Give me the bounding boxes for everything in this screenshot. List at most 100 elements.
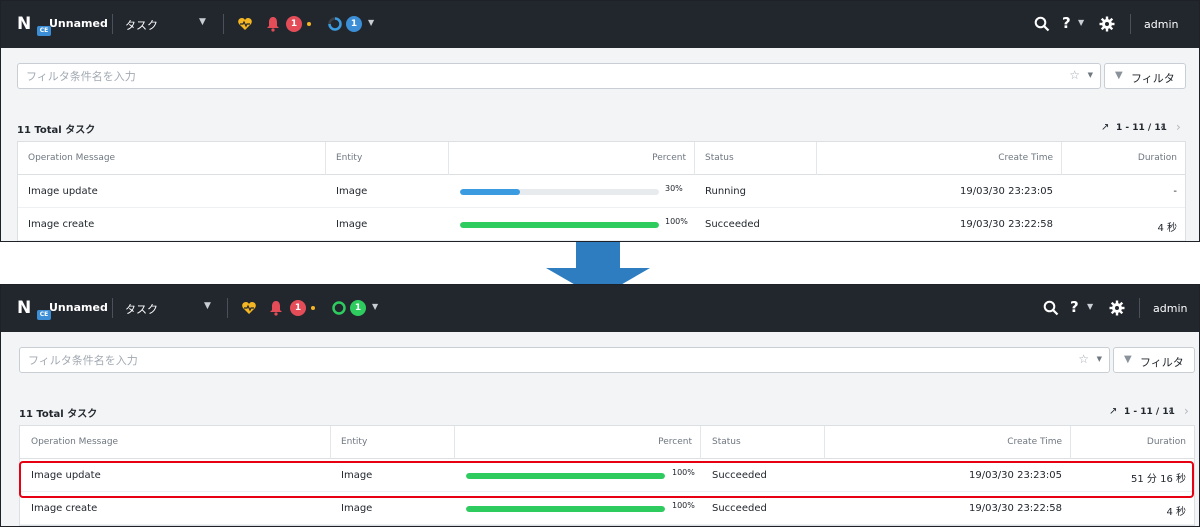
column-header-status[interactable]: Status — [712, 437, 741, 447]
progress-fill — [466, 506, 665, 512]
filter-input[interactable] — [26, 68, 1026, 85]
cluster-name[interactable]: Unnamed — [49, 301, 108, 314]
menu-dropdown-label[interactable]: タスク — [125, 301, 158, 317]
chevron-down-icon[interactable]: ▼ — [372, 302, 378, 311]
filter-button[interactable]: ▼ フィルタ — [1104, 63, 1186, 89]
column-divider — [330, 426, 331, 459]
star-icon[interactable]: ☆ — [1069, 68, 1080, 82]
chevron-right-icon[interactable]: › — [1176, 120, 1181, 134]
search-icon[interactable] — [1043, 300, 1059, 316]
top-navigation-bar: N CE Unnamed タスク ▼ 1 1 ▼ ? ▼ admin — [1, 1, 1199, 48]
column-header-percent[interactable]: Percent — [652, 153, 686, 163]
task-entity: Image — [336, 219, 368, 230]
cluster-name[interactable]: Unnamed — [49, 17, 108, 30]
help-icon[interactable]: ? — [1070, 298, 1079, 316]
filter-bar: ☆ ▼ — [19, 347, 1110, 373]
column-header-message[interactable]: Operation Message — [28, 153, 115, 163]
chevron-down-icon[interactable]: ▼ — [1078, 18, 1084, 27]
screenshot-before: N CE Unnamed タスク ▼ 1 1 ▼ ? ▼ admin ☆ ▼ ▼… — [0, 0, 1200, 242]
alert-count-badge[interactable]: 1 — [290, 300, 306, 316]
column-divider — [824, 426, 825, 459]
chevron-left-icon[interactable]: ‹ — [1168, 404, 1173, 418]
gear-icon[interactable] — [1099, 16, 1115, 32]
task-entity: Image — [341, 503, 373, 514]
user-menu[interactable]: admin — [1144, 18, 1178, 31]
progress-bar — [466, 506, 665, 512]
task-entity: Image — [336, 186, 368, 197]
column-header-duration[interactable]: Duration — [1147, 437, 1186, 447]
logo-letter: N — [17, 14, 31, 34]
task-count-badge[interactable]: 1 — [346, 16, 362, 32]
column-divider — [700, 426, 701, 459]
column-header-message[interactable]: Operation Message — [31, 437, 118, 447]
column-header-status[interactable]: Status — [705, 153, 734, 163]
help-icon[interactable]: ? — [1062, 14, 1071, 32]
divider — [1139, 298, 1140, 318]
export-icon[interactable]: ↗ — [1101, 122, 1109, 133]
funnel-icon: ▼ — [1115, 70, 1123, 81]
chevron-down-icon[interactable]: ▼ — [1097, 355, 1102, 363]
chevron-right-icon[interactable]: › — [1184, 404, 1189, 418]
task-message: Image create — [31, 503, 98, 514]
chevron-down-icon[interactable]: ▼ — [204, 301, 211, 311]
task-message: Image update — [28, 186, 98, 197]
filter-bar: ☆ ▼ — [17, 63, 1101, 89]
tasks-table: Operation Message Entity Percent Status … — [17, 141, 1186, 241]
table-total-title: 11 Total タスク — [19, 409, 98, 420]
percent-label: 100% — [672, 501, 695, 510]
column-header-percent[interactable]: Percent — [658, 437, 692, 447]
task-create-time: 19/03/30 23:22:58 — [959, 219, 1053, 230]
chevron-down-icon[interactable]: ▼ — [1087, 302, 1093, 311]
chevron-down-icon[interactable]: ▼ — [199, 17, 206, 27]
alert-count-badge[interactable]: 1 — [286, 16, 302, 32]
funnel-icon: ▼ — [1124, 354, 1132, 365]
prism-logo[interactable]: N CE — [17, 298, 51, 320]
column-header-entity[interactable]: Entity — [341, 437, 367, 447]
table-row[interactable]: Image update Image 30% Running 19/03/30 … — [18, 175, 1185, 208]
column-header-create-time[interactable]: Create Time — [1007, 437, 1062, 447]
search-icon[interactable] — [1034, 16, 1050, 32]
divider — [227, 298, 228, 318]
warning-dot — [307, 22, 311, 26]
export-icon[interactable]: ↗ — [1109, 406, 1117, 417]
column-divider — [694, 142, 695, 175]
prism-logo[interactable]: N CE — [17, 14, 51, 36]
divider — [223, 14, 224, 34]
column-header-entity[interactable]: Entity — [336, 153, 362, 163]
column-divider — [454, 426, 455, 459]
progress-fill — [460, 189, 520, 195]
column-divider — [448, 142, 449, 175]
chevron-left-icon[interactable]: ‹ — [1160, 120, 1165, 134]
task-duration: - — [1173, 186, 1177, 197]
heart-icon[interactable] — [241, 300, 257, 316]
filter-button[interactable]: ▼ フィルタ — [1113, 347, 1195, 373]
divider — [112, 14, 113, 34]
logo-letter: N — [17, 298, 31, 318]
table-header: Operation Message Entity Percent Status … — [20, 426, 1194, 459]
bell-icon[interactable] — [266, 16, 280, 32]
column-header-create-time[interactable]: Create Time — [998, 153, 1053, 163]
task-status: Running — [705, 186, 746, 197]
task-complete-icon[interactable] — [331, 300, 347, 316]
progress-fill — [460, 222, 659, 228]
task-create-time: 19/03/30 23:22:58 — [968, 503, 1062, 514]
column-header-duration[interactable]: Duration — [1138, 153, 1177, 163]
user-menu[interactable]: admin — [1153, 302, 1187, 315]
percent-label: 30% — [665, 184, 683, 193]
star-icon[interactable]: ☆ — [1078, 352, 1089, 366]
chevron-down-icon[interactable]: ▼ — [368, 18, 374, 27]
filter-button-label: フィルタ — [1140, 356, 1184, 369]
chevron-down-icon[interactable]: ▼ — [1088, 71, 1093, 79]
table-row[interactable]: Image create Image 100% Succeeded 19/03/… — [18, 208, 1185, 241]
filter-input[interactable] — [28, 352, 1028, 369]
menu-dropdown-label[interactable]: タスク — [125, 17, 158, 33]
task-count-badge[interactable]: 1 — [350, 300, 366, 316]
task-duration: 4 秒 — [1166, 507, 1186, 518]
task-running-icon[interactable] — [327, 16, 343, 32]
task-create-time: 19/03/30 23:23:05 — [959, 186, 1053, 197]
heart-icon[interactable] — [237, 16, 253, 32]
progress-bar — [460, 222, 659, 228]
bell-icon[interactable] — [269, 300, 283, 316]
gear-icon[interactable] — [1109, 300, 1125, 316]
percent-label: 100% — [665, 217, 688, 226]
